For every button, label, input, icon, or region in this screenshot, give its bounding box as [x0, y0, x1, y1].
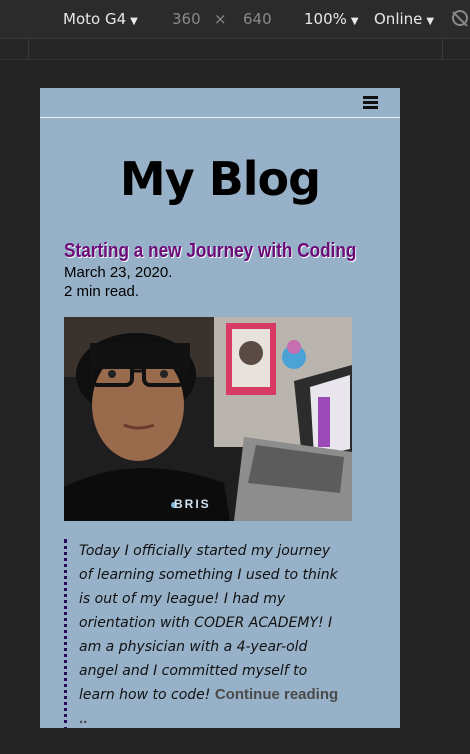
media-segment[interactable] — [28, 39, 443, 59]
blog-title: My Blog — [119, 152, 321, 206]
post-date: March 23, 2020. — [64, 264, 173, 281]
site-navbar — [40, 88, 400, 118]
media-query-bar — [0, 39, 470, 60]
zoom-select[interactable]: 100% ▼ — [304, 10, 359, 28]
chevron-down-icon: ▼ — [426, 16, 435, 27]
chevron-down-icon: ▼ — [350, 16, 359, 27]
dimension-separator: × — [214, 10, 227, 28]
network-select[interactable]: Online ▼ — [374, 10, 434, 28]
height-input[interactable]: 640 — [243, 10, 272, 28]
post-read-time: 2 min read. — [64, 283, 140, 300]
rotate-disabled-icon[interactable] — [452, 10, 468, 26]
media-segment[interactable] — [442, 39, 470, 59]
shirt-text: BRIS — [174, 497, 211, 511]
devtools-toolbar: Moto G4 ▼ 360 × 640 100% ▼ Online ▼ — [0, 0, 470, 39]
device-select[interactable]: Moto G4 ▼ — [63, 10, 138, 28]
network-label: Online — [374, 10, 423, 28]
post-image: BRIS — [64, 317, 352, 521]
device-label: Moto G4 — [63, 10, 127, 28]
post-excerpt: Today I officially started my journey of… — [64, 539, 347, 728]
device-viewport: My Blog Starting a new Journey with Codi… — [40, 88, 400, 728]
excerpt-text: Today I officially started my journey of… — [79, 543, 338, 703]
post-title-link[interactable]: Starting a new Journey with Coding — [64, 240, 356, 263]
width-input[interactable]: 360 — [172, 10, 201, 28]
zoom-label: 100% — [304, 10, 347, 28]
blog-post: Starting a new Journey with Coding March… — [40, 240, 400, 728]
chevron-down-icon: ▼ — [130, 16, 138, 27]
media-segment[interactable] — [0, 39, 29, 59]
hamburger-menu-icon[interactable] — [363, 96, 378, 109]
